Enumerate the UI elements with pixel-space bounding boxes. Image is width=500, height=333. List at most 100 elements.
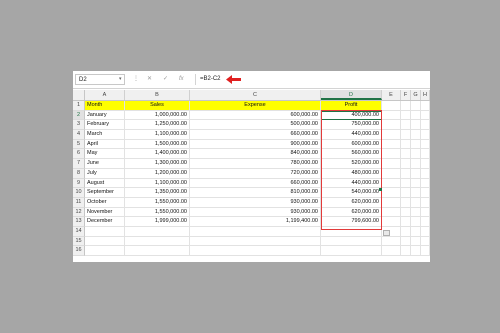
- chevron-down-icon[interactable]: ▾: [119, 76, 122, 82]
- header-cell-expense[interactable]: Expense: [190, 101, 321, 111]
- cell-sales[interactable]: 1,400,000.00: [125, 149, 190, 160]
- cell[interactable]: [401, 178, 411, 189]
- cell[interactable]: [401, 159, 411, 169]
- cell-sales[interactable]: 1,550,000.00: [125, 207, 190, 218]
- cell[interactable]: [411, 236, 421, 247]
- cell[interactable]: [401, 139, 411, 150]
- cell-expense[interactable]: 900,000.00: [190, 139, 321, 150]
- cell-sales[interactable]: 1,200,000.00: [125, 168, 190, 179]
- cell[interactable]: [382, 159, 401, 169]
- cell[interactable]: [85, 246, 125, 256]
- cell[interactable]: [421, 101, 430, 111]
- column-header-c[interactable]: C: [190, 90, 321, 100]
- cell-profit[interactable]: 440,000.00: [321, 130, 382, 140]
- cell-month[interactable]: December: [85, 217, 125, 227]
- cell[interactable]: [321, 246, 382, 256]
- cell[interactable]: [85, 236, 125, 247]
- column-header-a[interactable]: A: [85, 90, 125, 100]
- cell[interactable]: [411, 168, 421, 179]
- cell-sales[interactable]: 1,100,000.00: [125, 130, 190, 140]
- cell[interactable]: [321, 236, 382, 247]
- row-number[interactable]: 2: [73, 110, 85, 121]
- cell[interactable]: [401, 188, 411, 198]
- cell-sales[interactable]: 1,100,000.00: [125, 178, 190, 189]
- cell-profit[interactable]: 480,000.00: [321, 168, 382, 179]
- cell[interactable]: [421, 149, 430, 160]
- cell-sales[interactable]: 1,999,000.00: [125, 217, 190, 227]
- cell-month[interactable]: October: [85, 197, 125, 208]
- cell[interactable]: [421, 207, 430, 218]
- column-header-h[interactable]: H: [421, 90, 430, 100]
- cell[interactable]: [401, 120, 411, 131]
- cell[interactable]: [411, 217, 421, 227]
- cell[interactable]: [411, 197, 421, 208]
- cell[interactable]: [401, 149, 411, 160]
- cell[interactable]: [401, 168, 411, 179]
- cell[interactable]: [382, 101, 401, 111]
- cell[interactable]: [421, 236, 430, 247]
- enter-icon[interactable]: ✓: [163, 74, 168, 85]
- cell[interactable]: [382, 130, 401, 140]
- function-icon[interactable]: fx: [179, 74, 184, 85]
- row-number[interactable]: 3: [73, 120, 85, 131]
- cell-profit[interactable]: 620,000.00: [321, 207, 382, 218]
- cell[interactable]: [411, 149, 421, 160]
- cell[interactable]: [190, 246, 321, 256]
- column-header-g[interactable]: G: [411, 90, 421, 100]
- cell[interactable]: [421, 139, 430, 150]
- cell-expense[interactable]: 500,000.00: [190, 120, 321, 131]
- row-number[interactable]: 5: [73, 139, 85, 150]
- cell[interactable]: [421, 159, 430, 169]
- cell[interactable]: [125, 246, 190, 256]
- cell-profit[interactable]: 400,000.00: [321, 110, 382, 121]
- cell[interactable]: [401, 226, 411, 237]
- cell-sales[interactable]: 1,500,000.00: [125, 139, 190, 150]
- row-number[interactable]: 15: [73, 236, 85, 247]
- cell[interactable]: [411, 120, 421, 131]
- cell-expense[interactable]: 660,000.00: [190, 130, 321, 140]
- cell[interactable]: [411, 159, 421, 169]
- cell-sales[interactable]: 1,250,000.00: [125, 120, 190, 131]
- cell[interactable]: [411, 207, 421, 218]
- cell-expense[interactable]: 810,000.00: [190, 188, 321, 198]
- cell[interactable]: [401, 130, 411, 140]
- cell-sales[interactable]: 1,550,000.00: [125, 197, 190, 208]
- cell[interactable]: [421, 130, 430, 140]
- cell-profit[interactable]: 799,600.00: [321, 217, 382, 227]
- cell[interactable]: [382, 149, 401, 160]
- paste-options-icon[interactable]: [383, 230, 390, 236]
- cell[interactable]: [421, 246, 430, 256]
- cell[interactable]: [382, 197, 401, 208]
- cell[interactable]: [382, 178, 401, 189]
- cell[interactable]: [411, 110, 421, 121]
- cell[interactable]: [382, 236, 401, 247]
- cell[interactable]: [401, 101, 411, 111]
- cell[interactable]: [421, 188, 430, 198]
- cell-sales[interactable]: 1,300,000.00: [125, 159, 190, 169]
- row-number[interactable]: 4: [73, 130, 85, 140]
- cell[interactable]: [411, 101, 421, 111]
- cell[interactable]: [382, 139, 401, 150]
- cell-profit[interactable]: 560,000.00: [321, 149, 382, 160]
- cell[interactable]: [411, 188, 421, 198]
- row-number[interactable]: 6: [73, 149, 85, 160]
- cell-month[interactable]: March: [85, 130, 125, 140]
- cell-month[interactable]: June: [85, 159, 125, 169]
- row-number[interactable]: 11: [73, 197, 85, 208]
- cell[interactable]: [125, 226, 190, 237]
- cell-expense[interactable]: 720,000.00: [190, 168, 321, 179]
- cell[interactable]: [421, 217, 430, 227]
- column-header-b[interactable]: B: [125, 90, 190, 100]
- cell[interactable]: [411, 139, 421, 150]
- cell[interactable]: [421, 120, 430, 131]
- cell-profit[interactable]: 520,000.00: [321, 159, 382, 169]
- cell-expense[interactable]: 660,000.00: [190, 178, 321, 189]
- cell[interactable]: [382, 207, 401, 218]
- cell-profit[interactable]: 600,000.00: [321, 139, 382, 150]
- row-number[interactable]: 7: [73, 159, 85, 169]
- header-cell-profit[interactable]: Profit: [321, 101, 382, 111]
- cell[interactable]: [382, 168, 401, 179]
- header-cell-month[interactable]: Month: [85, 101, 125, 111]
- name-box[interactable]: D2: [75, 74, 125, 85]
- column-header-e[interactable]: E: [382, 90, 401, 100]
